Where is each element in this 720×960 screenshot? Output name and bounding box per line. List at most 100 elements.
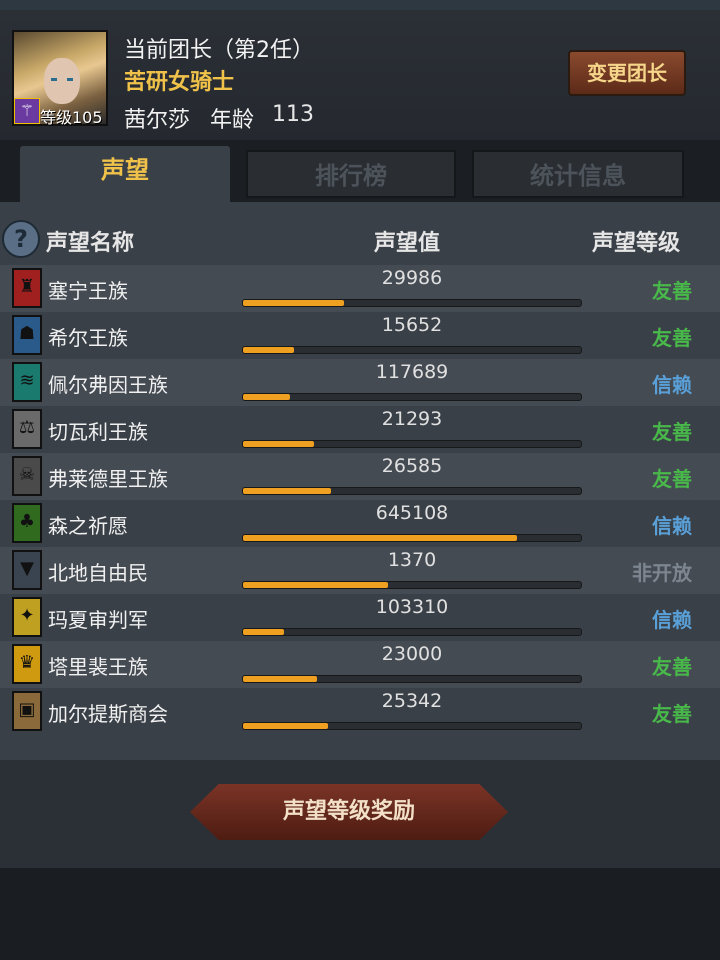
reputation-progress-bar — [242, 534, 582, 542]
faction-value: 103310 — [375, 596, 449, 618]
faction-level: 信赖 — [652, 514, 692, 538]
faction-name: 加尔提斯商会 — [48, 702, 168, 726]
faction-value: 15652 — [381, 314, 443, 336]
faction-name: 玛夏审判军 — [48, 608, 148, 632]
reputation-progress-bar — [242, 581, 582, 589]
reputation-progress-fill — [243, 535, 517, 541]
faction-value: 25342 — [381, 690, 443, 712]
reputation-progress-bar — [242, 393, 582, 401]
faction-level: 信赖 — [652, 373, 692, 397]
faction-row[interactable]: ♜ 塞宁王族 29986 友善 — [0, 265, 720, 312]
faction-level: 非开放 — [632, 561, 692, 585]
reputation-progress-fill — [243, 394, 290, 400]
helmet-icon: ☗ — [12, 315, 42, 355]
faction-value: 1370 — [387, 549, 437, 571]
faction-row[interactable]: ▼ 北地自由民 1370 非开放 — [0, 547, 720, 594]
reputation-progress-fill — [243, 676, 317, 682]
faction-row[interactable]: ♛ 塔里裴王族 23000 友善 — [0, 641, 720, 688]
faction-row[interactable]: ☠ 弗莱德里王族 26585 友善 — [0, 453, 720, 500]
faction-row[interactable]: ✦ 玛夏审判军 103310 信赖 — [0, 594, 720, 641]
leader-class: 苦研女骑士 — [124, 70, 235, 95]
column-header-value: 声望值 — [374, 231, 441, 256]
reputation-progress-fill — [243, 723, 328, 729]
tab-reputation[interactable]: 声望 — [20, 146, 230, 202]
crest-symbol: ☗ — [18, 323, 36, 344]
tab-ranking[interactable]: 排行榜 — [246, 150, 456, 198]
faction-level: 友善 — [652, 702, 692, 726]
column-header-level: 声望等级 — [592, 231, 681, 256]
crest-symbol: ✦ — [19, 605, 35, 626]
column-header-name: 声望名称 — [46, 231, 135, 256]
faction-level: 友善 — [652, 420, 692, 444]
faction-level: 友善 — [652, 279, 692, 303]
faction-value: 26585 — [381, 455, 443, 477]
wand-icon: ⚚ — [14, 98, 40, 124]
portrait-eye — [51, 78, 57, 81]
faction-value: 23000 — [381, 643, 443, 665]
reputation-progress-fill — [243, 629, 284, 635]
wave-icon: ≋ — [12, 362, 42, 402]
faction-name: 佩尔弗因王族 — [48, 373, 168, 397]
crest-symbol: ♣ — [18, 511, 36, 532]
crest-symbol: ≋ — [19, 370, 35, 391]
faction-level: 友善 — [652, 655, 692, 679]
portrait-face — [44, 58, 80, 104]
crest-symbol: ⚖ — [18, 417, 36, 438]
reputation-progress-bar — [242, 675, 582, 683]
tab-statistics[interactable]: 统计信息 — [472, 150, 684, 198]
faction-value: 117689 — [375, 361, 449, 383]
faction-row[interactable]: ☗ 希尔王族 15652 友善 — [0, 312, 720, 359]
faction-name: 弗莱德里王族 — [48, 467, 168, 491]
faction-row[interactable]: ▣ 加尔提斯商会 25342 友善 — [0, 688, 720, 735]
faction-row[interactable]: ⚖ 切瓦利王族 21293 友善 — [0, 406, 720, 453]
portrait-eye — [67, 78, 73, 81]
faction-row[interactable]: ♣ 森之祈愿 645108 信赖 — [0, 500, 720, 547]
top-strip — [0, 0, 720, 10]
reputation-progress-bar — [242, 628, 582, 636]
crest-symbol: ♛ — [18, 652, 36, 673]
faction-row[interactable]: ≋ 佩尔弗因王族 117689 信赖 — [0, 359, 720, 406]
faction-name: 希尔王族 — [48, 326, 128, 350]
faction-level: 友善 — [652, 467, 692, 491]
reputation-progress-fill — [243, 488, 331, 494]
crest-symbol: ♜ — [18, 276, 36, 297]
change-leader-button[interactable]: 变更团长 — [568, 50, 686, 96]
scales-icon: ⚖ — [12, 409, 42, 449]
reputation-progress-bar — [242, 299, 582, 307]
wolf-icon: ▼ — [12, 550, 42, 590]
reputation-progress-fill — [243, 347, 294, 353]
leader-level: 等级105 — [40, 108, 103, 127]
wings-icon: ✦ — [12, 597, 42, 637]
faction-level: 信赖 — [652, 608, 692, 632]
crest-symbol: ▼ — [20, 558, 34, 579]
reputation-progress-bar — [242, 487, 582, 495]
tree-icon: ♣ — [12, 503, 42, 543]
leader-age-label: 年龄 — [210, 108, 255, 133]
reputation-progress-fill — [243, 582, 388, 588]
bottom-bar — [0, 868, 720, 960]
reputation-progress-fill — [243, 300, 344, 306]
reputation-progress-bar — [242, 722, 582, 730]
faction-name: 切瓦利王族 — [48, 420, 148, 444]
tab-bar: 声望 排行榜 统计信息 — [0, 140, 720, 202]
help-icon[interactable]: ? — [2, 220, 40, 258]
lion-icon: ♛ — [12, 644, 42, 684]
reputation-progress-bar — [242, 440, 582, 448]
leader-name: 茜尔莎 — [124, 108, 191, 133]
faction-value: 645108 — [375, 502, 449, 524]
chest-icon: ▣ — [12, 691, 42, 731]
faction-name: 森之祈愿 — [48, 514, 128, 538]
faction-level: 友善 — [652, 326, 692, 350]
leader-age: 113 — [272, 102, 314, 127]
faction-name: 塞宁王族 — [48, 279, 128, 303]
faction-value: 29986 — [381, 267, 443, 289]
reputation-progress-fill — [243, 441, 314, 447]
faction-value: 21293 — [381, 408, 443, 430]
crest-symbol: ▣ — [18, 699, 36, 720]
crest-symbol: ☠ — [18, 464, 36, 485]
skull-icon: ☠ — [12, 456, 42, 496]
reputation-reward-button[interactable]: 声望等级奖励 — [190, 784, 508, 840]
faction-name: 北地自由民 — [48, 561, 148, 585]
faction-name: 塔里裴王族 — [48, 655, 148, 679]
crown-icon: ♜ — [12, 268, 42, 308]
